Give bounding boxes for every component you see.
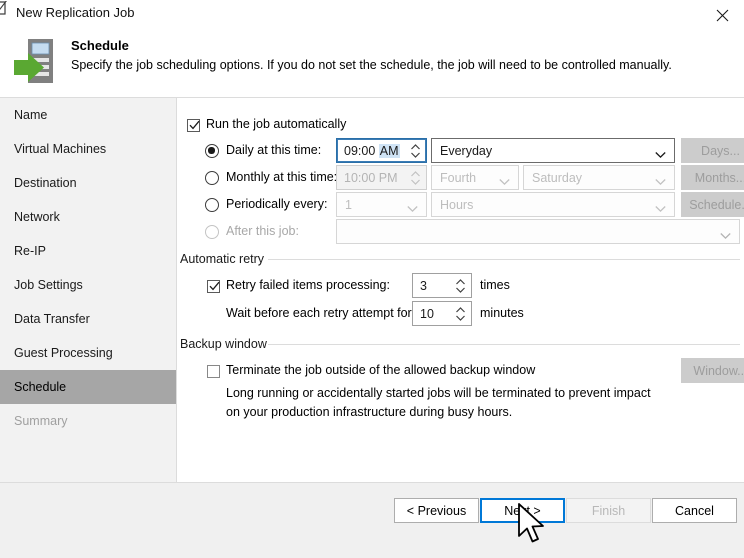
- after-job-label: After this job:: [226, 224, 299, 238]
- window-button: Window...: [681, 358, 744, 383]
- run-automatically-label: Run the job automatically: [206, 117, 347, 131]
- chevron-down-icon: [655, 201, 666, 212]
- retry-failed-items-label: Retry failed items processing:: [226, 278, 390, 292]
- months-button: Months...: [681, 165, 744, 190]
- backup-window-group-label: Backup window: [180, 337, 273, 351]
- monthly-time-input: 10:00 PM: [336, 165, 427, 190]
- retry-times-value: 3: [420, 278, 427, 293]
- automatic-retry-divider: [268, 259, 740, 260]
- monthly-label: Monthly at this time:: [226, 170, 338, 184]
- monthly-time-value: 10:00 PM: [344, 170, 398, 185]
- wait-minutes-value: 10: [420, 306, 434, 321]
- schedule-button: Schedule...: [681, 192, 744, 217]
- sidebar-item-schedule[interactable]: Schedule: [0, 370, 176, 404]
- close-icon[interactable]: [700, 0, 744, 30]
- title-bar: New Replication Job: [0, 0, 744, 30]
- daily-radio-dot: [208, 147, 215, 154]
- cancel-button[interactable]: Cancel: [652, 498, 737, 523]
- sidebar-item-job-settings[interactable]: Job Settings: [0, 268, 176, 302]
- daily-time-spinner[interactable]: [410, 142, 421, 160]
- daily-frequency-value: Everyday: [440, 143, 493, 158]
- automatic-retry-group-label: Automatic retry: [180, 252, 271, 266]
- backup-window-description-line1: Long running or accidentally started job…: [226, 386, 651, 400]
- terminate-job-checkbox[interactable]: [207, 365, 220, 378]
- schedule-options-panel: Run the job automatically Daily at this …: [178, 98, 744, 482]
- after-job-dropdown: [336, 219, 740, 244]
- sidebar-item-virtual-machines[interactable]: Virtual Machines: [0, 132, 176, 166]
- sidebar-item-guest-processing[interactable]: Guest Processing: [0, 336, 176, 370]
- backup-window-description-line2: on your production infrastructure during…: [226, 405, 513, 419]
- periodically-unit-dropdown: Hours: [431, 192, 675, 217]
- page-header: Schedule Specify the job scheduling opti…: [0, 30, 744, 97]
- chevron-down-icon: [407, 201, 418, 212]
- previous-button[interactable]: < Previous: [394, 498, 479, 523]
- sidebar-item-summary: Summary: [14, 414, 68, 428]
- chevron-down-icon: [655, 147, 666, 158]
- new-replication-job-dialog: New Replication Job Schedule Specify the…: [0, 0, 744, 558]
- wait-minutes-suffix: minutes: [480, 306, 524, 320]
- chevron-down-icon: [655, 174, 666, 185]
- wait-minutes-input[interactable]: 10: [412, 301, 472, 326]
- monthly-weekday-dropdown: Saturday: [523, 165, 675, 190]
- days-button: Days...: [681, 138, 744, 163]
- wait-before-retry-label: Wait before each retry attempt for:: [226, 306, 416, 320]
- sidebar-item-name[interactable]: Name: [0, 98, 176, 132]
- window-title: New Replication Job: [16, 5, 135, 20]
- chevron-down-icon: [499, 174, 510, 185]
- daily-time-meridiem: AM: [378, 143, 400, 158]
- retry-times-suffix: times: [480, 278, 510, 292]
- wizard-steps-sidebar: Name Virtual Machines Destination Networ…: [0, 98, 177, 482]
- retry-times-input[interactable]: 3: [412, 273, 472, 298]
- periodically-interval-value: 1: [345, 197, 352, 212]
- after-job-radio: [205, 225, 219, 239]
- terminate-job-label: Terminate the job outside of the allowed…: [226, 363, 536, 377]
- app-icon: [0, 0, 16, 19]
- periodically-radio[interactable]: [205, 198, 219, 212]
- monthly-time-spinner: [410, 169, 421, 187]
- schedule-server-arrow-icon: [14, 36, 64, 86]
- next-button[interactable]: Next >: [480, 498, 565, 523]
- daily-time-value: 09:00 AM: [344, 143, 400, 158]
- finish-button: Finish: [566, 498, 651, 523]
- daily-time-input[interactable]: 09:00 AM: [336, 138, 427, 163]
- daily-label: Daily at this time:: [226, 143, 322, 157]
- page-description: Specify the job scheduling options. If y…: [71, 58, 672, 72]
- sidebar-item-destination[interactable]: Destination: [0, 166, 176, 200]
- periodically-unit-value: Hours: [440, 197, 474, 212]
- retry-times-spinner[interactable]: [455, 277, 466, 295]
- periodically-interval-dropdown: 1: [336, 192, 427, 217]
- sidebar-item-re-ip[interactable]: Re-IP: [0, 234, 176, 268]
- monthly-ordinal-value: Fourth: [440, 170, 477, 185]
- monthly-weekday-value: Saturday: [532, 170, 583, 185]
- run-automatically-checkbox[interactable]: [187, 119, 200, 132]
- monthly-radio[interactable]: [205, 171, 219, 185]
- chevron-down-icon: [720, 228, 731, 239]
- backup-window-divider: [268, 344, 740, 345]
- retry-failed-items-checkbox[interactable]: [207, 280, 220, 293]
- monthly-ordinal-dropdown: Fourth: [431, 165, 519, 190]
- dialog-footer: < Previous Next > Finish Cancel: [0, 482, 744, 558]
- daily-frequency-dropdown[interactable]: Everyday: [431, 138, 675, 163]
- wait-minutes-spinner[interactable]: [455, 305, 466, 323]
- sidebar-item-data-transfer[interactable]: Data Transfer: [0, 302, 176, 336]
- daily-radio[interactable]: [205, 144, 219, 158]
- page-title: Schedule: [71, 38, 129, 53]
- sidebar-item-network[interactable]: Network: [0, 200, 176, 234]
- periodically-label: Periodically every:: [226, 197, 328, 211]
